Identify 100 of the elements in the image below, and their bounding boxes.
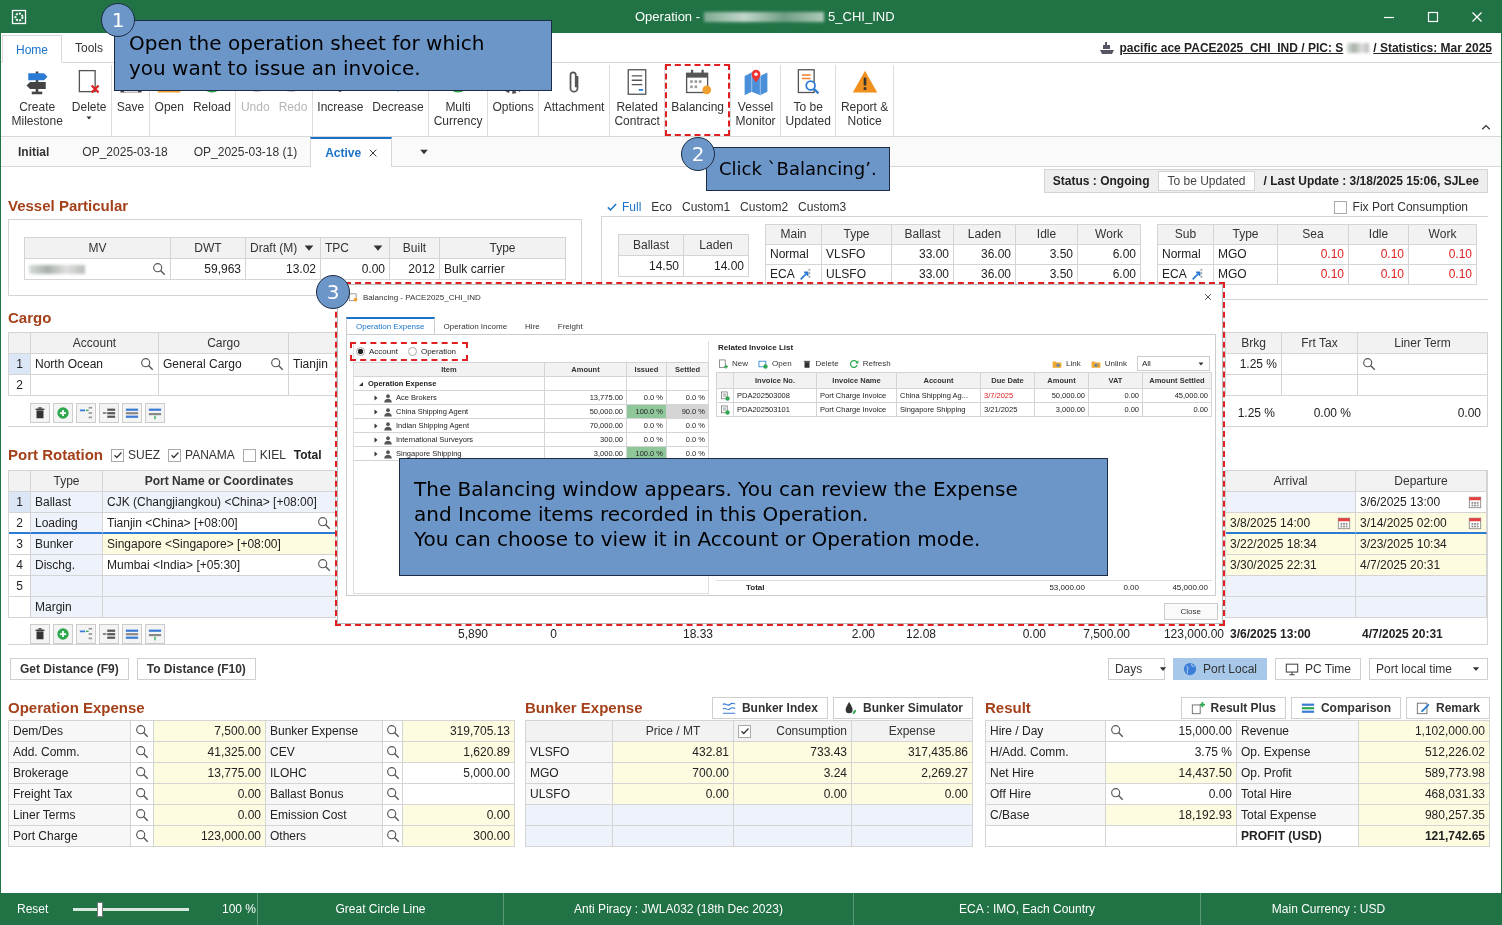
person-icon <box>383 406 393 417</box>
table-cell: Bunker <box>31 534 103 555</box>
calendar-icon[interactable] <box>1468 495 1482 509</box>
button[interactable]: Bunker Index <box>711 696 828 719</box>
ribbon-button[interactable]: To be Updated <box>781 65 836 136</box>
row-number: 1 <box>9 354 31 375</box>
ribbon-button[interactable]: Report & Notice <box>836 65 893 136</box>
search-icon[interactable] <box>135 829 149 843</box>
document-tab[interactable]: Initial <box>1 137 70 166</box>
search-icon[interactable] <box>385 766 400 780</box>
slider-thumb[interactable] <box>96 901 103 917</box>
search-icon[interactable] <box>385 829 400 843</box>
search-icon[interactable] <box>152 262 166 276</box>
table-cell: 13,775.00 <box>154 763 266 784</box>
dialog-tab[interactable]: Operation Expense <box>346 317 435 334</box>
toolbar-button[interactable] <box>99 403 119 423</box>
dropdown[interactable]: Days <box>1107 657 1165 680</box>
toggle-button[interactable]: Port Local <box>1172 657 1267 680</box>
search-icon[interactable] <box>135 724 149 738</box>
calendar-icon[interactable] <box>1468 515 1482 530</box>
dropdown[interactable]: All <box>1137 356 1210 371</box>
row-number: 2 <box>9 513 31 534</box>
document-tab[interactable]: OP_2025-03-18 <box>69 137 181 166</box>
close-button[interactable]: Close <box>1163 603 1218 620</box>
checkbox[interactable] <box>168 448 181 462</box>
check-icon <box>169 450 180 460</box>
radio-button[interactable] <box>356 347 365 356</box>
search-icon[interactable] <box>1110 724 1124 738</box>
search-icon[interactable] <box>317 558 331 572</box>
ribbon-button[interactable]: Related Contract <box>609 65 665 136</box>
expand-icon[interactable] <box>797 267 812 282</box>
expand-icon[interactable] <box>1189 267 1204 282</box>
row-number: 2 <box>9 375 31 396</box>
search-icon[interactable] <box>385 808 400 822</box>
speed-tab[interactable]: Custom2 <box>735 200 794 214</box>
button[interactable]: Comparison <box>1290 696 1401 719</box>
checkbox[interactable] <box>738 724 751 738</box>
toolbar-button[interactable]: Open <box>758 358 792 369</box>
calendar-icon[interactable] <box>1337 515 1351 530</box>
reset-button[interactable]: Reset <box>17 902 65 916</box>
ribbon-tab[interactable]: Tools <box>62 34 111 62</box>
toolbar-button[interactable]: Delete <box>801 358 839 369</box>
search-icon[interactable] <box>317 515 331 530</box>
search-icon[interactable] <box>135 745 149 759</box>
table-cell: 5,000.00 <box>403 763 515 784</box>
button[interactable]: Get Distance (F9) <box>10 657 129 680</box>
ribbon-button[interactable]: Create Milestone <box>7 65 68 136</box>
checkbox[interactable] <box>111 448 124 462</box>
search-icon[interactable] <box>1362 357 1376 371</box>
checkbox[interactable] <box>1333 200 1347 214</box>
speed-tab[interactable]: Custom3 <box>793 200 852 214</box>
ribbon-button[interactable]: Attachment <box>539 65 609 136</box>
ribbon-tab[interactable]: Home <box>2 35 62 63</box>
context-link[interactable]: pacific ace PACE2025_CHI_IND / PIC: S <box>1119 41 1344 55</box>
search-icon[interactable] <box>135 766 149 780</box>
table-cell: Normal <box>766 245 822 265</box>
toolbar-button[interactable] <box>30 403 50 423</box>
speed-tab[interactable]: Full <box>601 200 647 214</box>
ribbon-button[interactable]: Delete <box>67 65 112 136</box>
search-icon[interactable] <box>140 357 154 371</box>
radio-button[interactable] <box>407 347 417 356</box>
search-icon[interactable] <box>385 724 400 738</box>
toggle-button[interactable]: PC Time <box>1275 657 1361 680</box>
status-button[interactable]: To be Updated <box>1158 171 1255 191</box>
document-tab[interactable]: Active <box>310 137 393 167</box>
button[interactable]: Bunker Simulator <box>832 696 973 719</box>
search-icon[interactable] <box>135 808 149 822</box>
table-cell: Singapore <Singapore> [+08:00] <box>103 534 336 555</box>
close-icon[interactable] <box>1203 292 1213 302</box>
toolbar-button[interactable]: Link <box>1052 358 1081 369</box>
table-cell: 0.00 <box>154 805 266 826</box>
toolbar-button[interactable] <box>30 624 50 644</box>
dialog-tab[interactable]: Hire <box>516 319 549 334</box>
column-header: Cargo <box>159 333 289 354</box>
search-icon[interactable] <box>385 787 400 801</box>
checkbox[interactable] <box>242 448 256 462</box>
toolbar-button[interactable]: Unlink <box>1090 358 1127 369</box>
dropdown[interactable]: Port local time <box>1369 657 1488 680</box>
search-icon[interactable] <box>1110 787 1124 801</box>
search-icon[interactable] <box>135 787 149 801</box>
speed-tab[interactable]: Custom1 <box>677 200 736 214</box>
dialog-tab[interactable]: Freight <box>548 319 592 334</box>
toolbar-button[interactable]: Refresh <box>848 358 891 369</box>
speed-tab[interactable]: Eco <box>646 200 678 214</box>
toolbar-button[interactable]: New <box>718 358 748 369</box>
search-icon[interactable] <box>385 745 400 759</box>
button[interactable]: To Distance (F10) <box>136 657 256 680</box>
button[interactable]: Result Plus <box>1180 696 1286 719</box>
toolbar-button[interactable] <box>99 624 119 644</box>
search-icon[interactable] <box>270 357 284 371</box>
context-link[interactable]: / Statistics: Mar 2025 <box>1373 41 1492 55</box>
ribbon-button[interactable]: Balancing <box>667 66 729 134</box>
ribbon-button[interactable]: Vessel Monitor <box>731 65 781 136</box>
invoice-icon <box>720 404 730 415</box>
total-value: 12.08 <box>904 627 936 641</box>
button[interactable]: Remark <box>1405 696 1490 719</box>
status-text: Main Currency : USD <box>1270 901 1387 918</box>
document-tab[interactable]: OP_2025-03-18 (1) <box>180 137 311 166</box>
table-cell: 733.43 <box>734 742 852 763</box>
dialog-tab[interactable]: Operation Income <box>434 319 517 334</box>
